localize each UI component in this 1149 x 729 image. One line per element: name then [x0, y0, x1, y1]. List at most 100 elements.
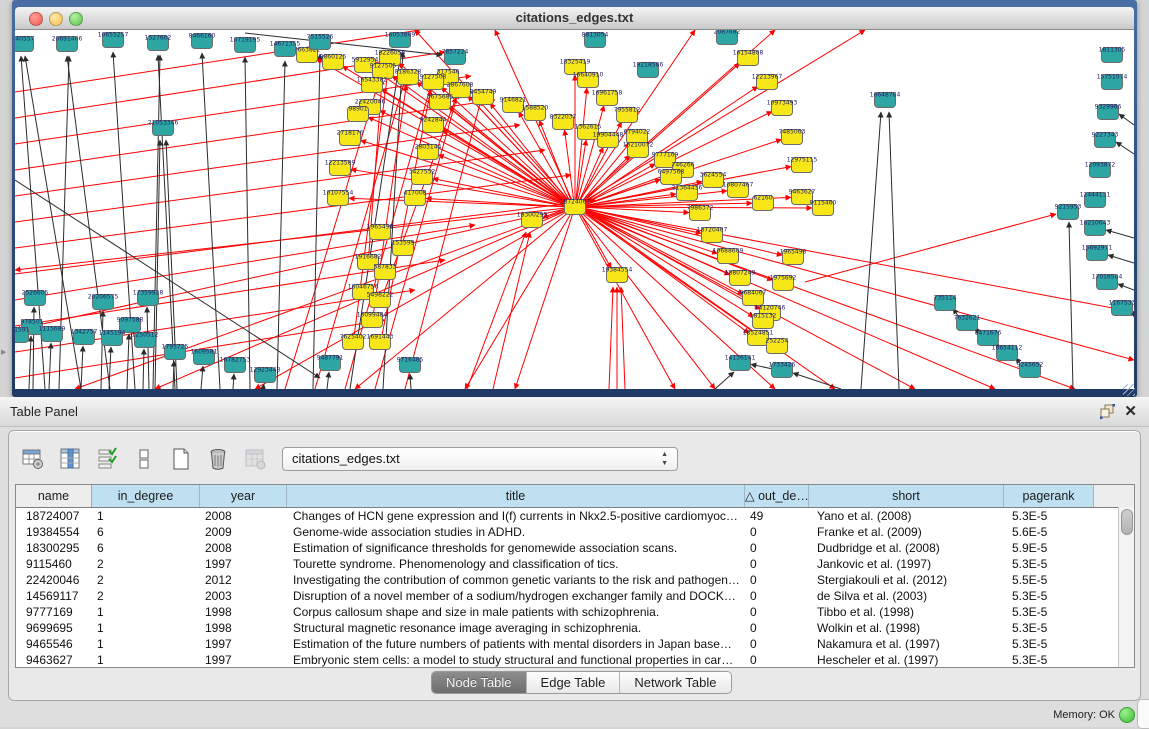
graph-node-label: 14136141	[725, 355, 756, 362]
graph-node-label: 16046756	[348, 284, 379, 291]
graph-node-label: 9215953	[1055, 204, 1082, 211]
cell-pagerank: 5.3E-5	[1004, 604, 1094, 620]
window-title: citations_edges.txt	[15, 10, 1134, 25]
corner-grip	[1137, 699, 1149, 729]
table-row[interactable]: 1456911722003Disruption of a novel membe…	[16, 588, 1134, 604]
cell-title: Estimation of the future numbers of pati…	[287, 636, 745, 652]
graph-node-label: 3427552	[409, 169, 436, 176]
cell-pagerank: 5.3E-5	[1004, 508, 1094, 524]
table-row[interactable]: 2242004622012Investigating the contribut…	[16, 572, 1134, 588]
cell-name: 19384554	[16, 524, 92, 540]
node-table: namein_degreeyeartitle△ out_de…shortpage…	[15, 484, 1135, 668]
graph-node-label: 10688609	[713, 248, 744, 255]
graph-node-label: 7857224	[442, 49, 469, 56]
cell-in_degree: 2	[92, 572, 200, 588]
network-svg: 1872400776638229860125591295418226058912…	[15, 30, 1134, 389]
cell-pagerank: 5.9E-5	[1004, 540, 1094, 556]
create-new-icon[interactable]	[167, 445, 195, 473]
cell-in_degree: 1	[92, 652, 200, 668]
graph-node-label: 16210643	[1080, 220, 1111, 227]
cell-year: 2003	[200, 588, 287, 604]
column-header-pagerank[interactable]: pagerank	[1004, 485, 1094, 507]
graph-node-label: 16154808	[733, 50, 764, 57]
graph-node-label: 9097588	[117, 317, 144, 324]
cell-short: Jankovic et al. (1997)	[809, 556, 1004, 572]
vertical-scrollbar[interactable]	[1118, 507, 1134, 667]
table-settings-icon[interactable]	[19, 445, 47, 473]
window-resize-grip[interactable]	[1123, 384, 1135, 396]
graph-node-label: 9716485	[397, 357, 424, 364]
window-titlebar[interactable]: citations_edges.txt	[15, 7, 1134, 30]
graph-node-label: 9329966	[1095, 104, 1122, 111]
cell-year: 1998	[200, 620, 287, 636]
table-row[interactable]: 977716911998Corpus callosum shape and si…	[16, 604, 1134, 620]
column-header-year[interactable]: year	[200, 485, 287, 507]
cell-out_degree: 0	[745, 652, 809, 668]
table-row[interactable]: 1830029562008Estimation of significance …	[16, 540, 1134, 556]
table-row[interactable]: 946554611997Estimation of the future num…	[16, 636, 1134, 652]
graph-node-label: 7632621	[954, 315, 981, 322]
graph-node-label: 978501	[21, 319, 44, 326]
network-view-window: citations_edges.txt 18724007766382298601…	[12, 0, 1137, 397]
tab-node-table[interactable]: Node Table	[432, 672, 527, 693]
cell-short: Yano et al. (2008)	[809, 508, 1004, 524]
cell-title: Estimation of significance thresholds fo…	[287, 540, 745, 556]
graph-node-label: 9115460	[810, 200, 837, 207]
graph-node-label: 9463627	[789, 189, 816, 196]
cell-year: 1998	[200, 604, 287, 620]
cell-out_degree: 0	[745, 636, 809, 652]
graph-node-label: 8471676	[975, 330, 1002, 337]
graph-node-label: 12213589	[325, 160, 356, 167]
cell-pagerank: 5.3E-5	[1004, 588, 1094, 604]
table-select-dropdown[interactable]: citations_edges.txt ▲▼	[282, 447, 678, 471]
cell-year: 1997	[200, 652, 287, 668]
split-pane-collapse-arrow[interactable]: ▶	[1, 348, 6, 356]
graph-node-label: 16053809	[385, 32, 416, 39]
graph-node-label: 587833	[374, 264, 397, 271]
cell-in_degree: 6	[92, 540, 200, 556]
float-window-icon[interactable]	[1100, 404, 1115, 419]
column-header-short[interactable]: short	[809, 485, 1004, 507]
table-row[interactable]: 1938455462009Genome-wide association stu…	[16, 524, 1134, 540]
graph-node-label: 735114	[934, 295, 957, 302]
row-height-icon[interactable]	[130, 445, 158, 473]
column-header-in_degree[interactable]: in_degree	[92, 485, 200, 507]
cell-short: Tibbo et al. (1998)	[809, 604, 1004, 620]
graph-node-label: 1916682	[355, 254, 382, 261]
table-row[interactable]: 946362711997Embryonic stem cells: a mode…	[16, 652, 1134, 668]
trash-icon[interactable]	[204, 445, 232, 473]
cell-pagerank: 5.3E-5	[1004, 652, 1094, 668]
memory-ok-indicator[interactable]	[1119, 707, 1135, 723]
column-header-title[interactable]: title	[287, 485, 745, 507]
graph-node-label: 7986372	[687, 205, 714, 212]
select-columns-icon[interactable]	[56, 445, 84, 473]
cell-short: Franke et al. (2009)	[809, 524, 1004, 540]
graph-node-label: 1527602	[145, 35, 172, 42]
network-canvas[interactable]: 1872400776638229860125591295418226058912…	[15, 30, 1134, 389]
table-row[interactable]: 911546021997Tourette syndrome. Phenomeno…	[16, 556, 1134, 572]
graph-node-label: 391591	[15, 327, 30, 334]
graph-node-label: 1609581	[191, 349, 218, 356]
graph-node-label: 20206575	[88, 294, 119, 301]
graph-node-label: 7515526	[307, 34, 334, 41]
cell-out_degree: 0	[745, 524, 809, 540]
cell-year: 2008	[200, 540, 287, 556]
cell-title: Investigating the contribution of common…	[287, 572, 745, 588]
table-row[interactable]: 1872400712008Changes of HCN gene express…	[16, 508, 1134, 524]
select-all-checklist-icon[interactable]	[93, 445, 121, 473]
graph-node-label: 8813054	[582, 32, 609, 39]
tab-network-table[interactable]: Network Table	[620, 672, 730, 693]
graph-node-label: 18807249	[725, 270, 756, 277]
graph-node-label: 1795725	[162, 344, 189, 351]
tab-edge-table[interactable]: Edge Table	[527, 672, 621, 693]
scrollbar-thumb[interactable]	[1121, 509, 1133, 535]
graph-node-label: 21364436	[672, 185, 703, 192]
table-row[interactable]: 969969511998Structural magnetic resonanc…	[16, 620, 1134, 636]
column-header-out_degree[interactable]: △ out_de…	[745, 485, 809, 507]
close-panel-icon[interactable]: ✕	[1124, 402, 1137, 420]
column-header-name[interactable]: name	[16, 485, 92, 507]
cell-name: 18300295	[16, 540, 92, 556]
graph-node-label: 240557	[15, 36, 35, 43]
graph-node-label: 18724007	[560, 199, 591, 206]
graph-node-label: 8186328	[395, 69, 422, 76]
